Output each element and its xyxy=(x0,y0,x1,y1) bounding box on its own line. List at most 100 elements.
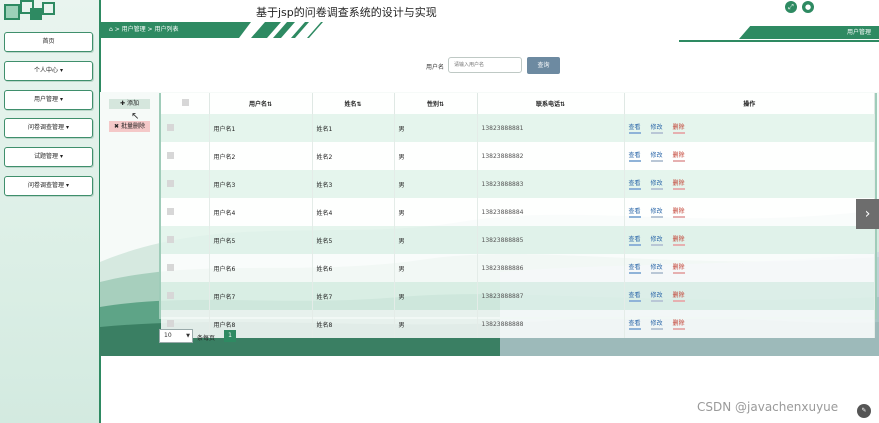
cell-username: 用户名6 xyxy=(209,254,313,282)
batch-delete-button[interactable]: ✖ 批量删除 xyxy=(109,121,150,132)
logo xyxy=(0,0,60,28)
cell-username: 用户名7 xyxy=(209,282,313,310)
column-header-username[interactable]: 用户名⇅ xyxy=(209,93,313,114)
column-header-actions: 操作 xyxy=(624,93,875,114)
edit-link[interactable]: 修改 xyxy=(650,318,663,330)
table-row: 用户名4 姓名4 男 13823888884 查看 修改 删除 xyxy=(161,198,875,226)
view-link[interactable]: 查看 xyxy=(628,262,641,274)
cell-name: 姓名8 xyxy=(312,310,395,338)
delete-link[interactable]: 删除 xyxy=(672,290,685,302)
cell-gender: 男 xyxy=(394,254,478,282)
view-link[interactable]: 查看 xyxy=(628,122,641,134)
table-row: 用户名2 姓名2 男 13823888882 查看 修改 删除 xyxy=(161,142,875,170)
breadcrumb: ⌂ > 用户管理 > 用户列表 xyxy=(101,22,251,38)
search-button[interactable]: 查询 xyxy=(527,57,560,74)
cell-gender: 男 xyxy=(394,282,478,310)
cell-phone: 13823888885 xyxy=(477,226,625,254)
section-label: 用户管理 xyxy=(739,26,879,39)
cell-username: 用户名4 xyxy=(209,198,313,226)
row-checkbox[interactable] xyxy=(161,114,210,142)
cell-name: 姓名7 xyxy=(312,282,395,310)
column-header-gender[interactable]: 性别⇅ xyxy=(394,93,478,114)
header-rule xyxy=(679,40,879,42)
view-link[interactable]: 查看 xyxy=(628,318,641,330)
delete-link[interactable]: 删除 xyxy=(672,178,685,190)
sidebar: 首页 个人中心 ▾ 用户管理 ▾ 问卷调查管理 ▾ 试题管理 ▾ 问卷调查管理 … xyxy=(0,0,101,423)
sidebar-item-survey-management[interactable]: 问卷调查管理 ▾ xyxy=(4,118,93,138)
edit-link[interactable]: 修改 xyxy=(650,234,663,246)
table-row: 用户名7 姓名7 男 13823888887 查看 修改 删除 xyxy=(161,282,875,310)
page-size-select[interactable]: 10 ▼ xyxy=(159,329,193,343)
cell-gender: 男 xyxy=(394,198,478,226)
cell-actions: 查看 修改 删除 xyxy=(624,198,875,226)
row-checkbox[interactable] xyxy=(161,142,210,170)
row-checkbox[interactable] xyxy=(161,282,210,310)
row-checkbox[interactable] xyxy=(161,198,210,226)
edit-link[interactable]: 修改 xyxy=(650,150,663,162)
cell-phone: 13823888886 xyxy=(477,254,625,282)
cell-actions: 查看 修改 删除 xyxy=(624,142,875,170)
cell-actions: 查看 修改 删除 xyxy=(624,310,875,338)
table-row: 用户名6 姓名6 男 13823888886 查看 修改 删除 xyxy=(161,254,875,282)
view-link[interactable]: 查看 xyxy=(628,234,641,246)
search-input[interactable] xyxy=(448,57,522,73)
edit-link[interactable]: 修改 xyxy=(650,206,663,218)
page-title: 基于jsp的问卷调查系统的设计与实现 xyxy=(256,6,437,19)
delete-link[interactable]: 删除 xyxy=(672,234,685,246)
fullscreen-icon[interactable]: ⤢ xyxy=(785,1,797,13)
cell-actions: 查看 修改 删除 xyxy=(624,254,875,282)
cell-gender: 男 xyxy=(394,114,478,142)
delete-link[interactable]: 删除 xyxy=(672,262,685,274)
cell-gender: 男 xyxy=(394,226,478,254)
add-button[interactable]: ✚ 添加 xyxy=(109,99,150,109)
column-header-phone[interactable]: 联系电话⇅ xyxy=(477,93,625,114)
cell-username: 用户名3 xyxy=(209,170,313,198)
edit-link[interactable]: 修改 xyxy=(650,122,663,134)
breadcrumb-bar: ⌂ > 用户管理 > 用户列表 用户管理 xyxy=(101,22,879,42)
cell-name: 姓名3 xyxy=(312,170,395,198)
view-link[interactable]: 查看 xyxy=(628,290,641,302)
edit-link[interactable]: 修改 xyxy=(650,178,663,190)
cell-name: 姓名4 xyxy=(312,198,395,226)
view-link[interactable]: 查看 xyxy=(628,178,641,190)
sidebar-item-survey-management-2[interactable]: 问卷调查管理 ▾ xyxy=(4,176,93,196)
table-row: 用户名5 姓名5 男 13823888885 查看 修改 删除 xyxy=(161,226,875,254)
header: 基于jsp的问卷调查系统的设计与实现 ⤢ ● xyxy=(101,0,879,22)
edit-link[interactable]: 修改 xyxy=(650,262,663,274)
chevron-down-icon: ▼ xyxy=(186,333,190,339)
delete-link[interactable]: 删除 xyxy=(672,150,685,162)
cell-actions: 查看 修改 删除 xyxy=(624,282,875,310)
cell-actions: 查看 修改 删除 xyxy=(624,114,875,142)
cell-phone: 13823888887 xyxy=(477,282,625,310)
per-page-label: 条每页 xyxy=(197,335,216,342)
cell-username: 用户名5 xyxy=(209,226,313,254)
row-checkbox[interactable] xyxy=(161,254,210,282)
search-label: 用户名 xyxy=(426,64,445,71)
delete-link[interactable]: 删除 xyxy=(672,122,685,134)
user-icon[interactable]: ● xyxy=(802,1,814,13)
breadcrumb-stripes xyxy=(251,22,323,38)
select-all-checkbox[interactable] xyxy=(161,93,210,114)
delete-link[interactable]: 删除 xyxy=(672,206,685,218)
cell-actions: 查看 修改 删除 xyxy=(624,226,875,254)
page-number-current[interactable]: 1 xyxy=(224,330,236,342)
edit-link[interactable]: 修改 xyxy=(650,290,663,302)
column-header-name[interactable]: 姓名⇅ xyxy=(312,93,395,114)
table-row: 用户名3 姓名3 男 13823888883 查看 修改 删除 xyxy=(161,170,875,198)
delete-link[interactable]: 删除 xyxy=(672,318,685,330)
cell-username: 用户名1 xyxy=(209,114,313,142)
row-checkbox[interactable] xyxy=(161,226,210,254)
row-checkbox[interactable] xyxy=(161,170,210,198)
table-panel: 用户名⇅ 姓名⇅ 性别⇅ 联系电话⇅ 操作 用户名1 姓名1 男 1382388888… xyxy=(100,92,879,356)
sidebar-item-user-management[interactable]: 用户管理 ▾ xyxy=(4,90,93,110)
cell-phone: 13823888884 xyxy=(477,198,625,226)
sidebar-item-personal-center[interactable]: 个人中心 ▾ xyxy=(4,61,93,81)
sidebar-item-question-management[interactable]: 试题管理 ▾ xyxy=(4,147,93,167)
view-link[interactable]: 查看 xyxy=(628,150,641,162)
view-link[interactable]: 查看 xyxy=(628,206,641,218)
table-row: 用户名8 姓名8 男 13823888888 查看 修改 删除 xyxy=(161,310,875,338)
corner-chat-icon[interactable]: ✎ xyxy=(857,404,871,418)
sidebar-item-home[interactable]: 首页 xyxy=(4,32,93,52)
chevron-right-icon[interactable]: › xyxy=(856,199,879,229)
cell-gender: 男 xyxy=(394,170,478,198)
